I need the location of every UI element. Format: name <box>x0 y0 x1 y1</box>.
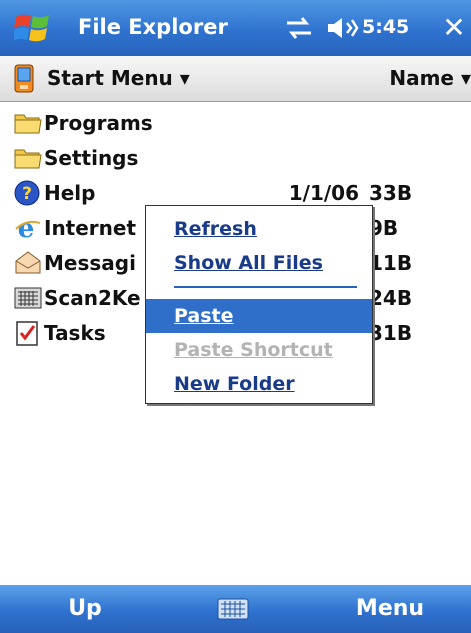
menu-item-show-all-files[interactable]: Show All Files <box>146 246 372 280</box>
file-name: Settings <box>44 146 139 170</box>
menu-item-paste[interactable]: Paste <box>146 299 372 333</box>
keyboard-app-icon <box>14 287 42 309</box>
menu-separator <box>174 286 357 288</box>
folder-icon <box>14 149 42 169</box>
svg-text:?: ? <box>22 184 32 204</box>
close-button[interactable]: ✕ <box>437 10 471 46</box>
menu-item-label: Refresh <box>174 218 257 240</box>
pocketpc-screen: File Explorer 5:45 ✕ Start Menu ▾ Name ▾… <box>0 0 471 633</box>
menu-item-label: Paste <box>174 305 234 327</box>
file-name: Programs <box>44 111 153 135</box>
sort-dropdown[interactable]: Name ▾ <box>389 65 471 91</box>
list-item[interactable]: Settings <box>0 141 471 176</box>
file-size: 11B <box>369 251 413 275</box>
tasks-icon <box>16 321 38 346</box>
file-name: Internet <box>44 216 137 240</box>
file-size: 24B <box>369 286 413 310</box>
menu-item-new-folder[interactable]: New Folder <box>146 367 372 401</box>
menu-softkey[interactable]: Menu <box>340 593 440 625</box>
menu-item-label: New Folder <box>174 373 295 395</box>
title-bar: File Explorer 5:45 ✕ <box>0 0 471 56</box>
messaging-icon <box>15 251 41 274</box>
keyboard-icon[interactable] <box>217 598 249 620</box>
windows-logo-icon[interactable] <box>14 11 52 45</box>
menu-item-label: Show All Files <box>174 252 323 274</box>
file-size: 33B <box>369 181 413 205</box>
file-name: Messagi <box>44 251 136 275</box>
clock-time[interactable]: 5:45 <box>362 14 409 40</box>
file-size: 31B <box>369 321 413 345</box>
up-softkey[interactable]: Up <box>40 593 130 625</box>
folder-icon <box>14 114 42 134</box>
menu-item-paste-shortcut: Paste Shortcut <box>146 333 372 367</box>
context-menu: Refresh Show All Files Paste Paste Short… <box>145 205 373 404</box>
svg-text:e: e <box>18 215 35 241</box>
file-date: 1/1/06 <box>288 181 359 205</box>
connectivity-icon[interactable] <box>284 15 314 41</box>
internet-explorer-icon: e <box>15 215 41 241</box>
menu-item-label: Paste Shortcut <box>174 339 333 361</box>
list-item[interactable]: Programs <box>0 106 471 141</box>
help-icon: ? <box>14 180 40 206</box>
file-size: 9B <box>369 216 399 240</box>
volume-icon[interactable] <box>325 15 359 41</box>
folder-nav-bar: Start Menu ▾ Name ▾ <box>0 56 471 102</box>
file-name: Scan2Ke <box>44 286 141 310</box>
menu-item-refresh[interactable]: Refresh <box>146 212 372 246</box>
file-name: Tasks <box>44 321 106 345</box>
pda-device-icon <box>14 64 34 93</box>
file-name: Help <box>44 181 96 205</box>
folder-dropdown[interactable]: Start Menu ▾ <box>47 65 190 91</box>
window-title: File Explorer <box>78 15 228 39</box>
softkey-bar: Up Menu <box>0 585 471 633</box>
